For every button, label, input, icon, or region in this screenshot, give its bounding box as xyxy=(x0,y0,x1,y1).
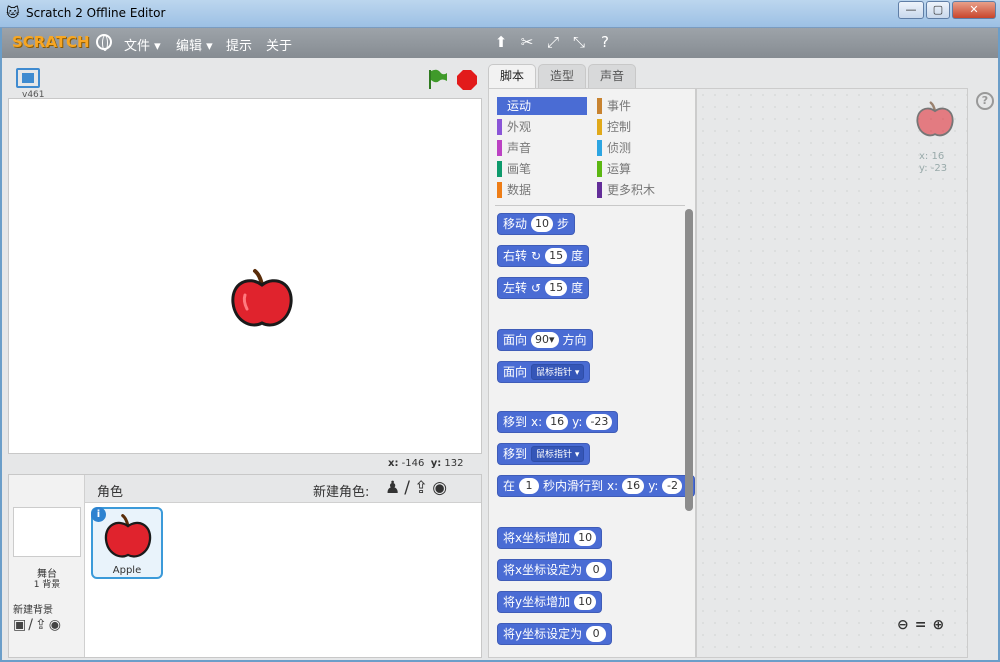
sprite-tile-apple[interactable]: i Apple xyxy=(91,507,163,579)
backdrop-tools: ▣/⇪◉ xyxy=(13,617,63,633)
category-data[interactable]: 数据 xyxy=(497,181,587,199)
editor-tabs: 脚本 造型 声音 xyxy=(488,64,748,88)
apple-sprite-preview-icon xyxy=(916,101,954,137)
language-globe-icon[interactable] xyxy=(96,34,112,51)
block-glide[interactable]: 在 1 秒内滑行到 x: 16 y: -2 xyxy=(497,475,695,497)
zoom-tools: ⊖=⊕ xyxy=(897,617,950,633)
menu-file[interactable]: 文件 ▾ xyxy=(124,35,161,54)
paint-backdrop-icon[interactable]: / xyxy=(28,617,35,633)
backdrop-library-icon[interactable]: ▣ xyxy=(13,617,28,633)
green-flag-icon[interactable] xyxy=(426,68,448,90)
block-palette: 运动 事件 外观 控制 声音 侦测 画笔 运算 数据 更多积木 移动 10 步 右转… xyxy=(488,88,696,658)
tab-costumes[interactable]: 造型 xyxy=(538,64,586,88)
sprite-pane: 舞台 1 背景 新建背景 ▣/⇪◉ 角色 新建角色: ♟/⇪◉ i Apple xyxy=(8,474,482,658)
menu-tips[interactable]: 提示 xyxy=(226,35,252,54)
block-go-to-target[interactable]: 移到 鼠标指针 ▾ xyxy=(497,443,591,465)
tab-sounds[interactable]: 声音 xyxy=(588,64,636,88)
zoom-in-icon[interactable]: ⊕ xyxy=(932,617,950,633)
menu-bar: SCRATCH 文件 ▾ 编辑 ▾ 提示 关于 ⬆ ✂ ⤢ ⤡ ? xyxy=(2,28,998,58)
category-motion[interactable]: 运动 xyxy=(497,97,587,115)
upload-backdrop-icon[interactable]: ⇪ xyxy=(35,617,49,633)
window-title: Scratch 2 Offline Editor xyxy=(26,6,166,20)
sprites-title: 角色 xyxy=(97,485,124,500)
mouse-coords: x: -146 y: 132 xyxy=(388,458,464,469)
category-control[interactable]: 控制 xyxy=(597,118,687,136)
maximize-button[interactable]: ▢ xyxy=(926,1,950,19)
block-turn-right[interactable]: 右转 ↻ 15 度 xyxy=(497,245,590,267)
block-point-towards[interactable]: 面向 鼠标指针 ▾ xyxy=(497,361,591,383)
help-question-icon[interactable]: ? xyxy=(976,92,994,110)
palette-divider xyxy=(495,205,685,206)
help-sidebar: ? xyxy=(970,88,998,658)
category-sound[interactable]: 声音 xyxy=(497,139,587,157)
block-move-steps[interactable]: 移动 10 步 xyxy=(497,213,576,235)
fullscreen-icon[interactable] xyxy=(16,68,40,88)
script-area[interactable]: x: 16 y: -23 ⊖=⊕ xyxy=(696,88,968,658)
grow-icon[interactable]: ⤢ xyxy=(544,33,562,51)
zoom-out-icon[interactable]: ⊖ xyxy=(897,617,915,633)
stage-header: v461 xyxy=(8,62,480,100)
category-operators[interactable]: 运算 xyxy=(597,160,687,178)
close-button[interactable]: ✕ xyxy=(952,1,996,19)
zoom-reset-icon[interactable]: = xyxy=(915,617,933,633)
category-looks[interactable]: 外观 xyxy=(497,118,587,136)
stage-thumbnail[interactable] xyxy=(13,507,81,557)
scratch-cat-icon: 🐱 xyxy=(6,6,20,21)
block-set-y[interactable]: 将y坐标设定为 0 xyxy=(497,623,613,645)
camera-backdrop-icon[interactable]: ◉ xyxy=(49,617,63,633)
camera-sprite-icon[interactable]: ◉ xyxy=(432,478,451,498)
stop-icon[interactable] xyxy=(456,69,478,91)
new-sprite-tools: ♟/⇪◉ xyxy=(385,478,451,498)
shrink-icon[interactable]: ⤡ xyxy=(570,33,588,51)
sprite-library-icon[interactable]: ♟ xyxy=(385,478,404,498)
title-bar: 🐱 Scratch 2 Offline Editor — ▢ ✕ xyxy=(0,0,1000,28)
new-sprite-label: 新建角色: xyxy=(313,485,370,500)
rotate-left-icon: ↺ xyxy=(531,281,542,295)
block-point-in-direction[interactable]: 面向 90▾ 方向 xyxy=(497,329,593,351)
category-sensing[interactable]: 侦测 xyxy=(597,139,687,157)
help-icon[interactable]: ? xyxy=(596,33,614,51)
stage-canvas[interactable] xyxy=(8,98,482,454)
sprite-name: Apple xyxy=(112,565,142,576)
menu-edit[interactable]: 编辑 ▾ xyxy=(176,35,213,54)
stage-column: 舞台 1 背景 新建背景 ▣/⇪◉ xyxy=(9,475,85,657)
block-go-to-xy[interactable]: 移到 x: 16 y: -23 xyxy=(497,411,619,433)
apple-sprite-icon[interactable] xyxy=(229,265,295,331)
block-turn-left[interactable]: 左转 ↺ 15 度 xyxy=(497,277,590,299)
rotate-right-icon: ↻ xyxy=(531,249,542,263)
block-set-x[interactable]: 将x坐标设定为 0 xyxy=(497,559,613,581)
paint-sprite-icon[interactable]: / xyxy=(404,478,414,498)
block-change-y[interactable]: 将y坐标增加 10 xyxy=(497,591,603,613)
sprites-header: 角色 新建角色: ♟/⇪◉ xyxy=(85,475,481,503)
palette-scrollbar[interactable] xyxy=(685,209,693,511)
duplicate-icon[interactable]: ⬆ xyxy=(492,33,510,51)
block-change-x[interactable]: 将x坐标增加 10 xyxy=(497,527,603,549)
apple-thumbnail-icon xyxy=(104,514,152,558)
upload-sprite-icon[interactable]: ⇪ xyxy=(414,478,432,498)
category-pen[interactable]: 画笔 xyxy=(497,160,587,178)
backdrop-count: 1 背景 xyxy=(33,580,61,590)
category-more-blocks[interactable]: 更多积木 xyxy=(597,181,687,199)
tab-scripts[interactable]: 脚本 xyxy=(488,64,536,88)
editor-main: v461 x: -146 y: 132 舞台 1 背景 新建背景 ▣/⇪◉ 角色… xyxy=(2,58,998,660)
scratch-logo[interactable]: SCRATCH xyxy=(12,33,90,51)
minimize-button[interactable]: — xyxy=(898,1,924,19)
delete-icon[interactable]: ✂ xyxy=(518,33,536,51)
new-backdrop-label: 新建背景 xyxy=(13,605,53,616)
menu-about[interactable]: 关于 xyxy=(266,35,292,54)
category-events[interactable]: 事件 xyxy=(597,97,687,115)
sprite-position: x: 16 y: -23 xyxy=(919,151,948,174)
